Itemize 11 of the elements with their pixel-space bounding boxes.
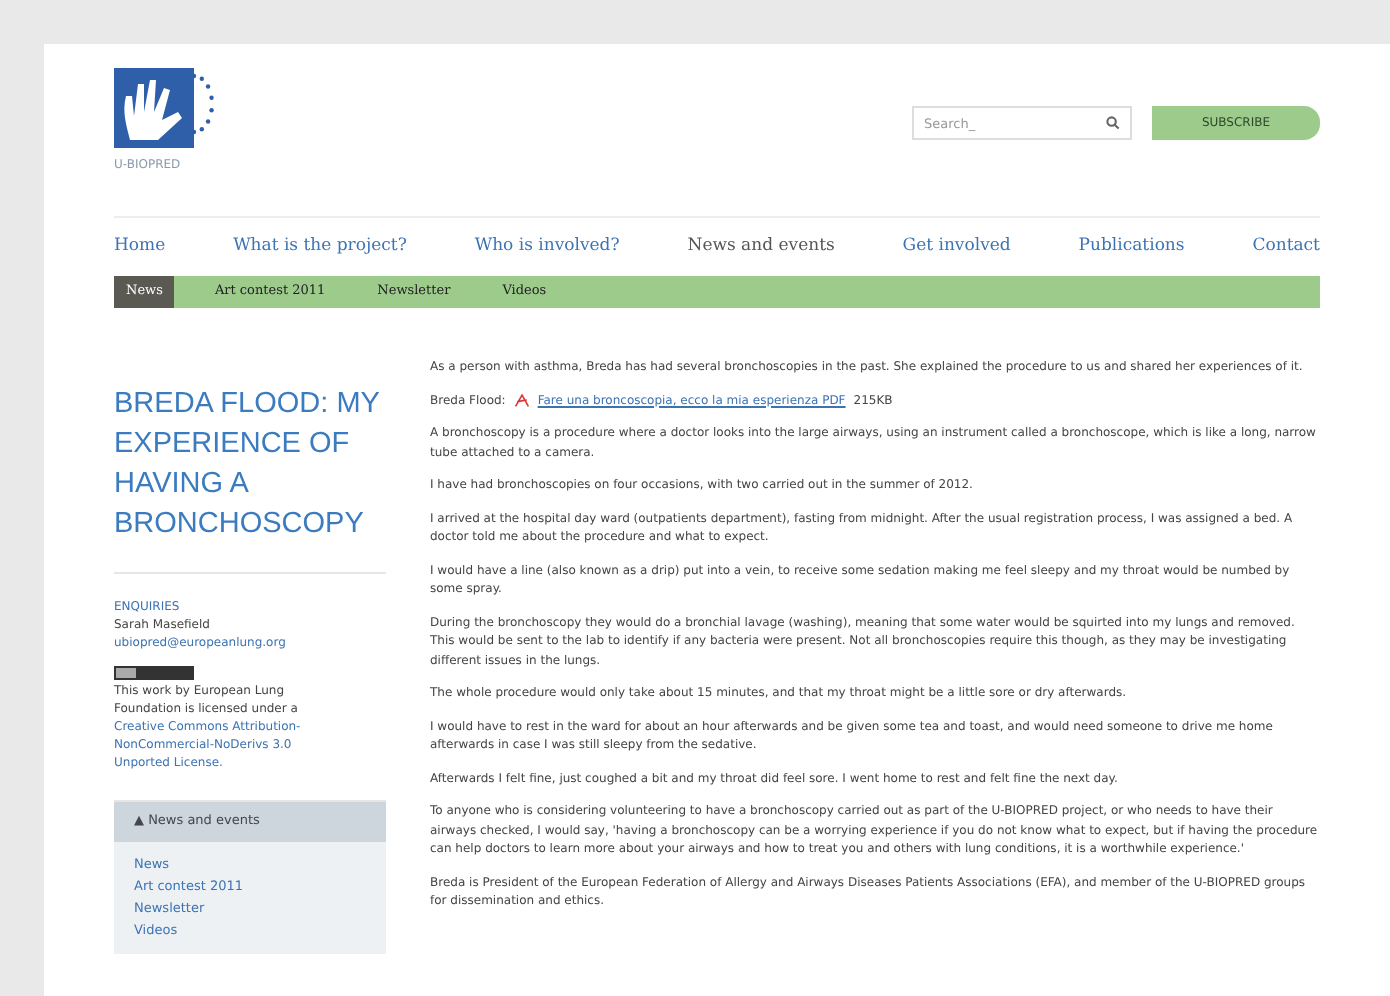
nav-link[interactable]: News and events — [687, 234, 835, 260]
pdf-icon — [513, 392, 530, 409]
nav-link[interactable]: Get involved — [902, 234, 1011, 260]
page-title: BREDA FLOOD: MY EXPERIENCE OF HAVING A BRONCHOSCOPY — [114, 386, 382, 544]
nav-link[interactable]: What is the project? — [233, 234, 407, 260]
nav-link[interactable]: Contact — [1252, 234, 1320, 260]
nav-link[interactable]: Home — [114, 234, 166, 260]
nav-link[interactable]: Publications — [1078, 234, 1185, 260]
license-badge-icon — [114, 666, 194, 680]
search-icon — [1106, 116, 1120, 130]
nav-link[interactable]: Who is involved? — [474, 234, 620, 260]
